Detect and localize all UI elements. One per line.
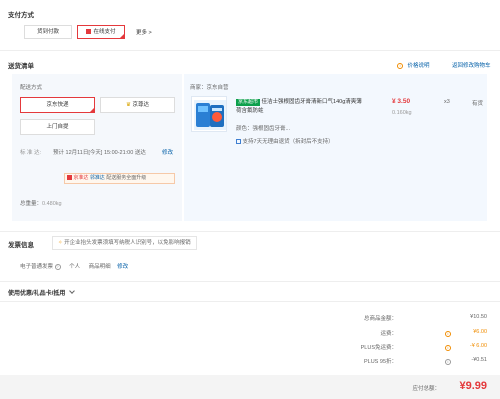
return-icon <box>236 139 241 145</box>
invoice-title: 发票信息 <box>8 242 34 249</box>
payment-title: 支付方式 <box>8 12 34 19</box>
total-bar: 应付总额： ¥9.99 <box>0 375 500 399</box>
summary-label: PLUS 95折： <box>363 359 397 365</box>
return-service-text: 支持7天无理由退货（拆封后不支持） <box>242 139 334 145</box>
shipping-pickup-label: 上门自提 <box>46 124 69 130</box>
price-note-link[interactable]: ! 价格说明 <box>397 61 430 69</box>
info-icon: ! <box>397 62 403 69</box>
spec-value: 强根固齿牙膏... <box>252 126 291 132</box>
toothpaste-image <box>194 100 226 130</box>
bulb-icon: ✧ <box>58 240 63 246</box>
summary-row-subtotal: 总商品金额： ¥10.50 <box>307 314 487 324</box>
badge-brand: 京准达 <box>73 175 89 181</box>
seller-label: 商家： <box>190 85 207 91</box>
product-stock: 有货 <box>472 101 484 107</box>
invoice-detail: 商品明细 <box>88 264 111 270</box>
seller-name: 京东自营 <box>206 85 229 91</box>
product-qty: x3 <box>444 99 450 105</box>
selected-corner-icon <box>119 33 125 39</box>
supermarket-tag: 京东超市 <box>236 99 261 106</box>
divider <box>0 50 500 51</box>
divider <box>0 231 500 232</box>
weight-value: 0.480kg <box>42 201 62 207</box>
shipping-jzd-button[interactable]: ♛ 京尊达 <box>100 97 175 113</box>
summary-label: PLUS免运费： <box>360 345 397 351</box>
invoice-type: 电子普通发票 <box>20 264 54 270</box>
badge-link[interactable]: 邻准达 <box>90 175 105 181</box>
total-label: 应付总额： <box>412 386 440 392</box>
summary-value: -¥ 6.00 <box>469 343 487 349</box>
total-weight: 总重量：0.480kg <box>20 199 62 207</box>
info-icon[interactable]: i <box>445 359 451 365</box>
product-price: ¥ 3.50 <box>392 98 411 105</box>
summary-row-plus-shipping: PLUS免运费： i -¥ 6.00 <box>307 343 487 353</box>
badge-text: 配送服务全面升级 <box>106 175 147 181</box>
shipping-method-label: 配送方式 <box>20 85 43 91</box>
back-cart-link[interactable]: 返回修改购物车 <box>452 61 491 69</box>
selected-corner-icon <box>89 107 95 113</box>
shipping-jd-button[interactable]: 京东快递 <box>20 97 95 113</box>
summary-value: -¥0.51 <box>471 357 487 363</box>
divider <box>0 301 500 302</box>
price-note-label: 价格说明 <box>407 63 430 69</box>
payment-cod-button[interactable]: 货到付款 <box>24 25 72 39</box>
product-title-block: 京东超市 佳洁士强根固齿牙膏清新口气140g清爽薄荷含氟防蛀 <box>236 98 366 116</box>
divider <box>0 281 500 282</box>
product-panel <box>184 74 487 221</box>
chevron-down-icon <box>69 288 75 294</box>
info-icon[interactable]: i <box>445 345 451 351</box>
payment-online-label: 在线支付 <box>93 29 116 35</box>
return-service: 支持7天无理由退货（拆封后不支持） <box>236 137 334 145</box>
total-value: ¥9.99 <box>459 380 487 392</box>
delivery-time-label: 标 准 达: <box>20 150 42 156</box>
delivery-upgrade-badge: 京准达 邻准达 配送服务全面升级 <box>64 173 175 184</box>
summary-value: ¥10.50 <box>470 314 487 320</box>
summary-label: 总商品金额： <box>363 316 397 322</box>
weight-label: 总重量： <box>20 201 43 207</box>
product-weight: 0.160kg <box>392 110 412 116</box>
spec-label: 颜色： <box>236 126 253 132</box>
jzd-badge-icon <box>67 175 72 181</box>
payment-online-button[interactable]: 在线支付 <box>77 25 125 39</box>
invoice-tip: ✧ 开企业抬头发票须填写纳税人识别号，以免影响报销 <box>52 236 197 250</box>
summary-row-shipping: 运费： i ¥6.00 <box>307 329 487 339</box>
payment-more-link[interactable]: 更多 > <box>136 28 152 36</box>
discount-title: 使用优惠/礼品卡/抵用 <box>8 291 66 297</box>
shipping-pickup-button[interactable]: 上门自提 <box>20 119 95 135</box>
summary-row-plus-discount: PLUS 95折： i -¥0.51 <box>307 357 487 367</box>
discount-toggle[interactable]: 使用优惠/礼品卡/抵用 <box>8 288 75 297</box>
delivery-time-value: 预计 12月11日[今天] 15:00-21:00 送达 <box>53 150 146 156</box>
shipping-title: 送货清单 <box>8 63 34 70</box>
payment-cod-label: 货到付款 <box>36 29 59 35</box>
shipping-jd-label: 京东快递 <box>46 102 69 108</box>
summary-value: ¥6.00 <box>473 329 487 335</box>
help-icon[interactable]: ? <box>54 263 61 270</box>
info-icon[interactable]: i <box>445 331 451 337</box>
invoice-tip-text: 开企业抬头发票须填写纳税人识别号，以免影响报销 <box>64 240 191 246</box>
invoice-person: 个人 <box>69 264 81 270</box>
invoice-edit[interactable]: 修改 <box>117 264 128 270</box>
summary-label: 运费： <box>380 331 397 337</box>
product-image <box>191 96 227 132</box>
delivery-time-edit[interactable]: 修改 <box>162 148 173 156</box>
invoice-options: 电子普通发票 ? 个人 商品明细 修改 <box>20 262 128 270</box>
wallet-icon <box>86 29 92 35</box>
seller: 商家：京东自营 <box>190 83 229 91</box>
shipping-jzd-label: 京尊达 <box>132 102 149 108</box>
product-spec: 颜色：强根固齿牙膏... <box>236 124 290 132</box>
crown-icon: ♛ <box>126 102 131 108</box>
